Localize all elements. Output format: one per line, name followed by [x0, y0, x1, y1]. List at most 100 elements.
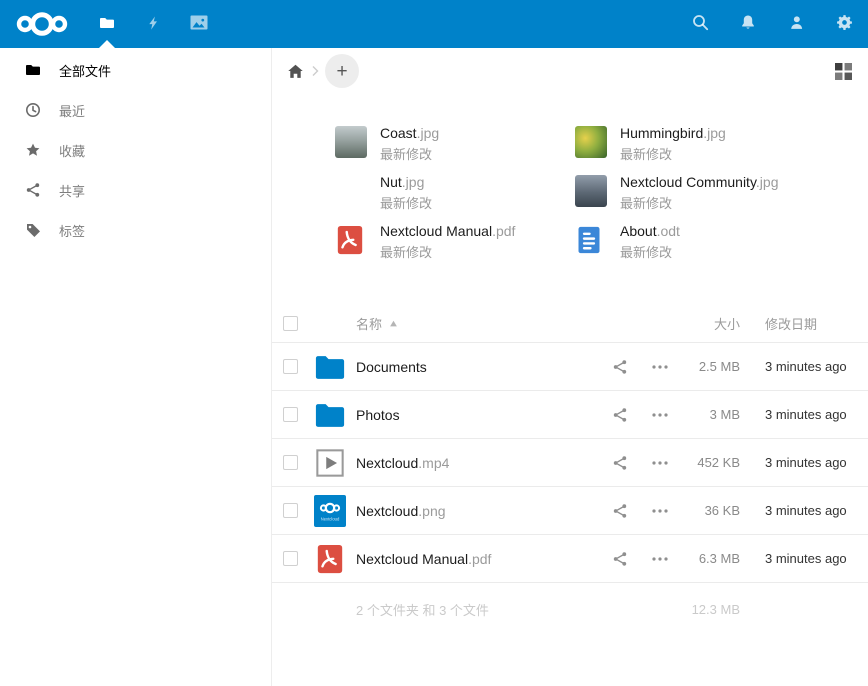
sort-ascending-icon	[389, 319, 398, 328]
settings-button[interactable]	[820, 0, 868, 48]
file-size: 2.5 MB	[680, 359, 740, 374]
share-button[interactable]	[600, 455, 640, 471]
more-actions-button[interactable]	[640, 508, 680, 514]
file-name[interactable]: Documents	[356, 359, 600, 375]
contacts-icon	[788, 14, 805, 34]
column-header-modified[interactable]: 修改日期	[765, 314, 868, 333]
recent-file-status: 最新修改	[380, 193, 432, 212]
nextcloud-logo[interactable]	[0, 0, 84, 48]
breadcrumb-toolbar: +	[272, 48, 868, 94]
content: 全部文件 最近 收藏 共享 标签	[0, 48, 868, 686]
file-size: 6.3 MB	[680, 551, 740, 566]
file-row-nextcloud-mp4[interactable]: Nextcloud.mp4 452 KB 3 minutes ago	[272, 439, 868, 487]
app-files[interactable]	[84, 0, 130, 48]
gear-icon	[836, 14, 853, 34]
file-row-photos[interactable]: Photos 3 MB 3 minutes ago	[272, 391, 868, 439]
recent-item-coast[interactable]: Coast.jpg 最新修改	[335, 126, 575, 163]
recent-item-nextcloud-manual[interactable]: Nextcloud Manual.pdf 最新修改	[335, 224, 575, 261]
recent-file-name: Hummingbird.jpg	[620, 126, 726, 141]
file-name[interactable]: Photos	[356, 407, 600, 423]
more-actions-button[interactable]	[640, 460, 680, 466]
file-row-nextcloud-manual-pdf[interactable]: Nextcloud Manual.pdf 6.3 MB 3 minutes ag…	[272, 535, 868, 583]
sidebar-item-all-files[interactable]: 全部文件	[0, 50, 271, 90]
column-header-size[interactable]: 大小	[604, 314, 740, 333]
grid-view-toggle[interactable]	[831, 59, 856, 84]
ellipsis-icon	[651, 412, 669, 418]
topbar-actions	[676, 0, 868, 48]
recent-file-name: Nextcloud Manual.pdf	[380, 224, 515, 239]
select-all-checkbox[interactable]	[283, 316, 298, 331]
row-checkbox[interactable]	[283, 503, 298, 518]
row-checkbox[interactable]	[283, 407, 298, 422]
file-row-nextcloud-png[interactable]: Nextcloud Nextcloud.png 36 KB 3 minutes …	[272, 487, 868, 535]
recent-item-hummingbird[interactable]: Hummingbird.jpg 最新修改	[575, 126, 855, 163]
file-name[interactable]: Nextcloud.mp4	[356, 455, 600, 471]
top-bar	[0, 0, 868, 48]
clock-icon	[25, 102, 41, 118]
sidebar-item-tags[interactable]: 标签	[0, 210, 271, 250]
file-modified: 3 minutes ago	[765, 455, 868, 470]
recent-file-name: Nut.jpg	[380, 175, 432, 190]
image-icon	[190, 15, 208, 33]
pdf-icon	[335, 224, 367, 256]
recent-file-name: About.odt	[620, 224, 680, 239]
file-name[interactable]: Nextcloud Manual.pdf	[356, 551, 600, 567]
more-actions-button[interactable]	[640, 364, 680, 370]
share-button[interactable]	[600, 407, 640, 423]
row-checkbox[interactable]	[283, 551, 298, 566]
home-breadcrumb[interactable]	[287, 62, 305, 80]
ellipsis-icon	[651, 508, 669, 514]
bell-icon	[740, 14, 756, 34]
breadcrumb-separator	[309, 63, 321, 79]
pdf-icon	[314, 543, 346, 575]
share-icon	[612, 503, 628, 519]
more-actions-button[interactable]	[640, 556, 680, 562]
recent-item-nut[interactable]: Nut.jpg 最新修改	[335, 175, 575, 212]
share-button[interactable]	[600, 503, 640, 519]
community-thumbnail	[575, 175, 607, 207]
share-button[interactable]	[600, 551, 640, 567]
files-main: + Coast.jpg 最新修改	[272, 48, 868, 686]
recent-file-status: 最新修改	[620, 242, 680, 261]
nextcloud-app: 全部文件 最近 收藏 共享 标签	[0, 0, 868, 686]
sidebar-item-label: 共享	[59, 181, 85, 200]
grid-view-icon	[835, 63, 852, 80]
app-activity[interactable]	[130, 0, 176, 48]
row-checkbox[interactable]	[283, 455, 298, 470]
topbar-spacer	[222, 0, 676, 48]
file-row-documents[interactable]: Documents 2.5 MB 3 minutes ago	[272, 343, 868, 391]
svg-text:Nextcloud: Nextcloud	[321, 516, 340, 521]
coast-thumbnail	[335, 126, 367, 158]
file-count-summary: 2 个文件夹 和 3 个文件	[356, 600, 680, 619]
share-icon	[25, 182, 41, 198]
new-file-button[interactable]: +	[325, 54, 359, 88]
recent-item-about[interactable]: About.odt 最新修改	[575, 224, 855, 261]
column-header-name[interactable]: 名称	[356, 314, 398, 333]
sidebar-item-recent[interactable]: 最近	[0, 90, 271, 130]
ellipsis-icon	[651, 556, 669, 562]
share-icon	[612, 455, 628, 471]
search-button[interactable]	[676, 0, 724, 48]
sidebar-nav: 全部文件 最近 收藏 共享 标签	[0, 50, 271, 250]
file-name[interactable]: Nextcloud.png	[356, 503, 600, 519]
recent-file-name: Nextcloud Community.jpg	[620, 175, 778, 190]
name-column-label: 名称	[356, 314, 382, 333]
more-actions-button[interactable]	[640, 412, 680, 418]
recent-item-nextcloud-community[interactable]: Nextcloud Community.jpg 最新修改	[575, 175, 855, 212]
file-modified: 3 minutes ago	[765, 551, 868, 566]
sidebar-item-shares[interactable]: 共享	[0, 170, 271, 210]
chevron-right-icon	[309, 63, 321, 79]
file-size: 3 MB	[680, 407, 740, 422]
contacts-button[interactable]	[772, 0, 820, 48]
row-checkbox[interactable]	[283, 359, 298, 374]
share-icon	[612, 407, 628, 423]
app-gallery[interactable]	[176, 0, 222, 48]
folder-icon	[25, 62, 41, 78]
share-button[interactable]	[600, 359, 640, 375]
sidebar-item-label: 最近	[59, 101, 85, 120]
notifications-button[interactable]	[724, 0, 772, 48]
sidebar-item-favorites[interactable]: 收藏	[0, 130, 271, 170]
video-icon	[314, 447, 346, 479]
recent-file-status: 最新修改	[620, 193, 778, 212]
recently-modified-grid: Coast.jpg 最新修改 Hummingbird.jpg 最新修改 Nut.…	[335, 126, 855, 261]
